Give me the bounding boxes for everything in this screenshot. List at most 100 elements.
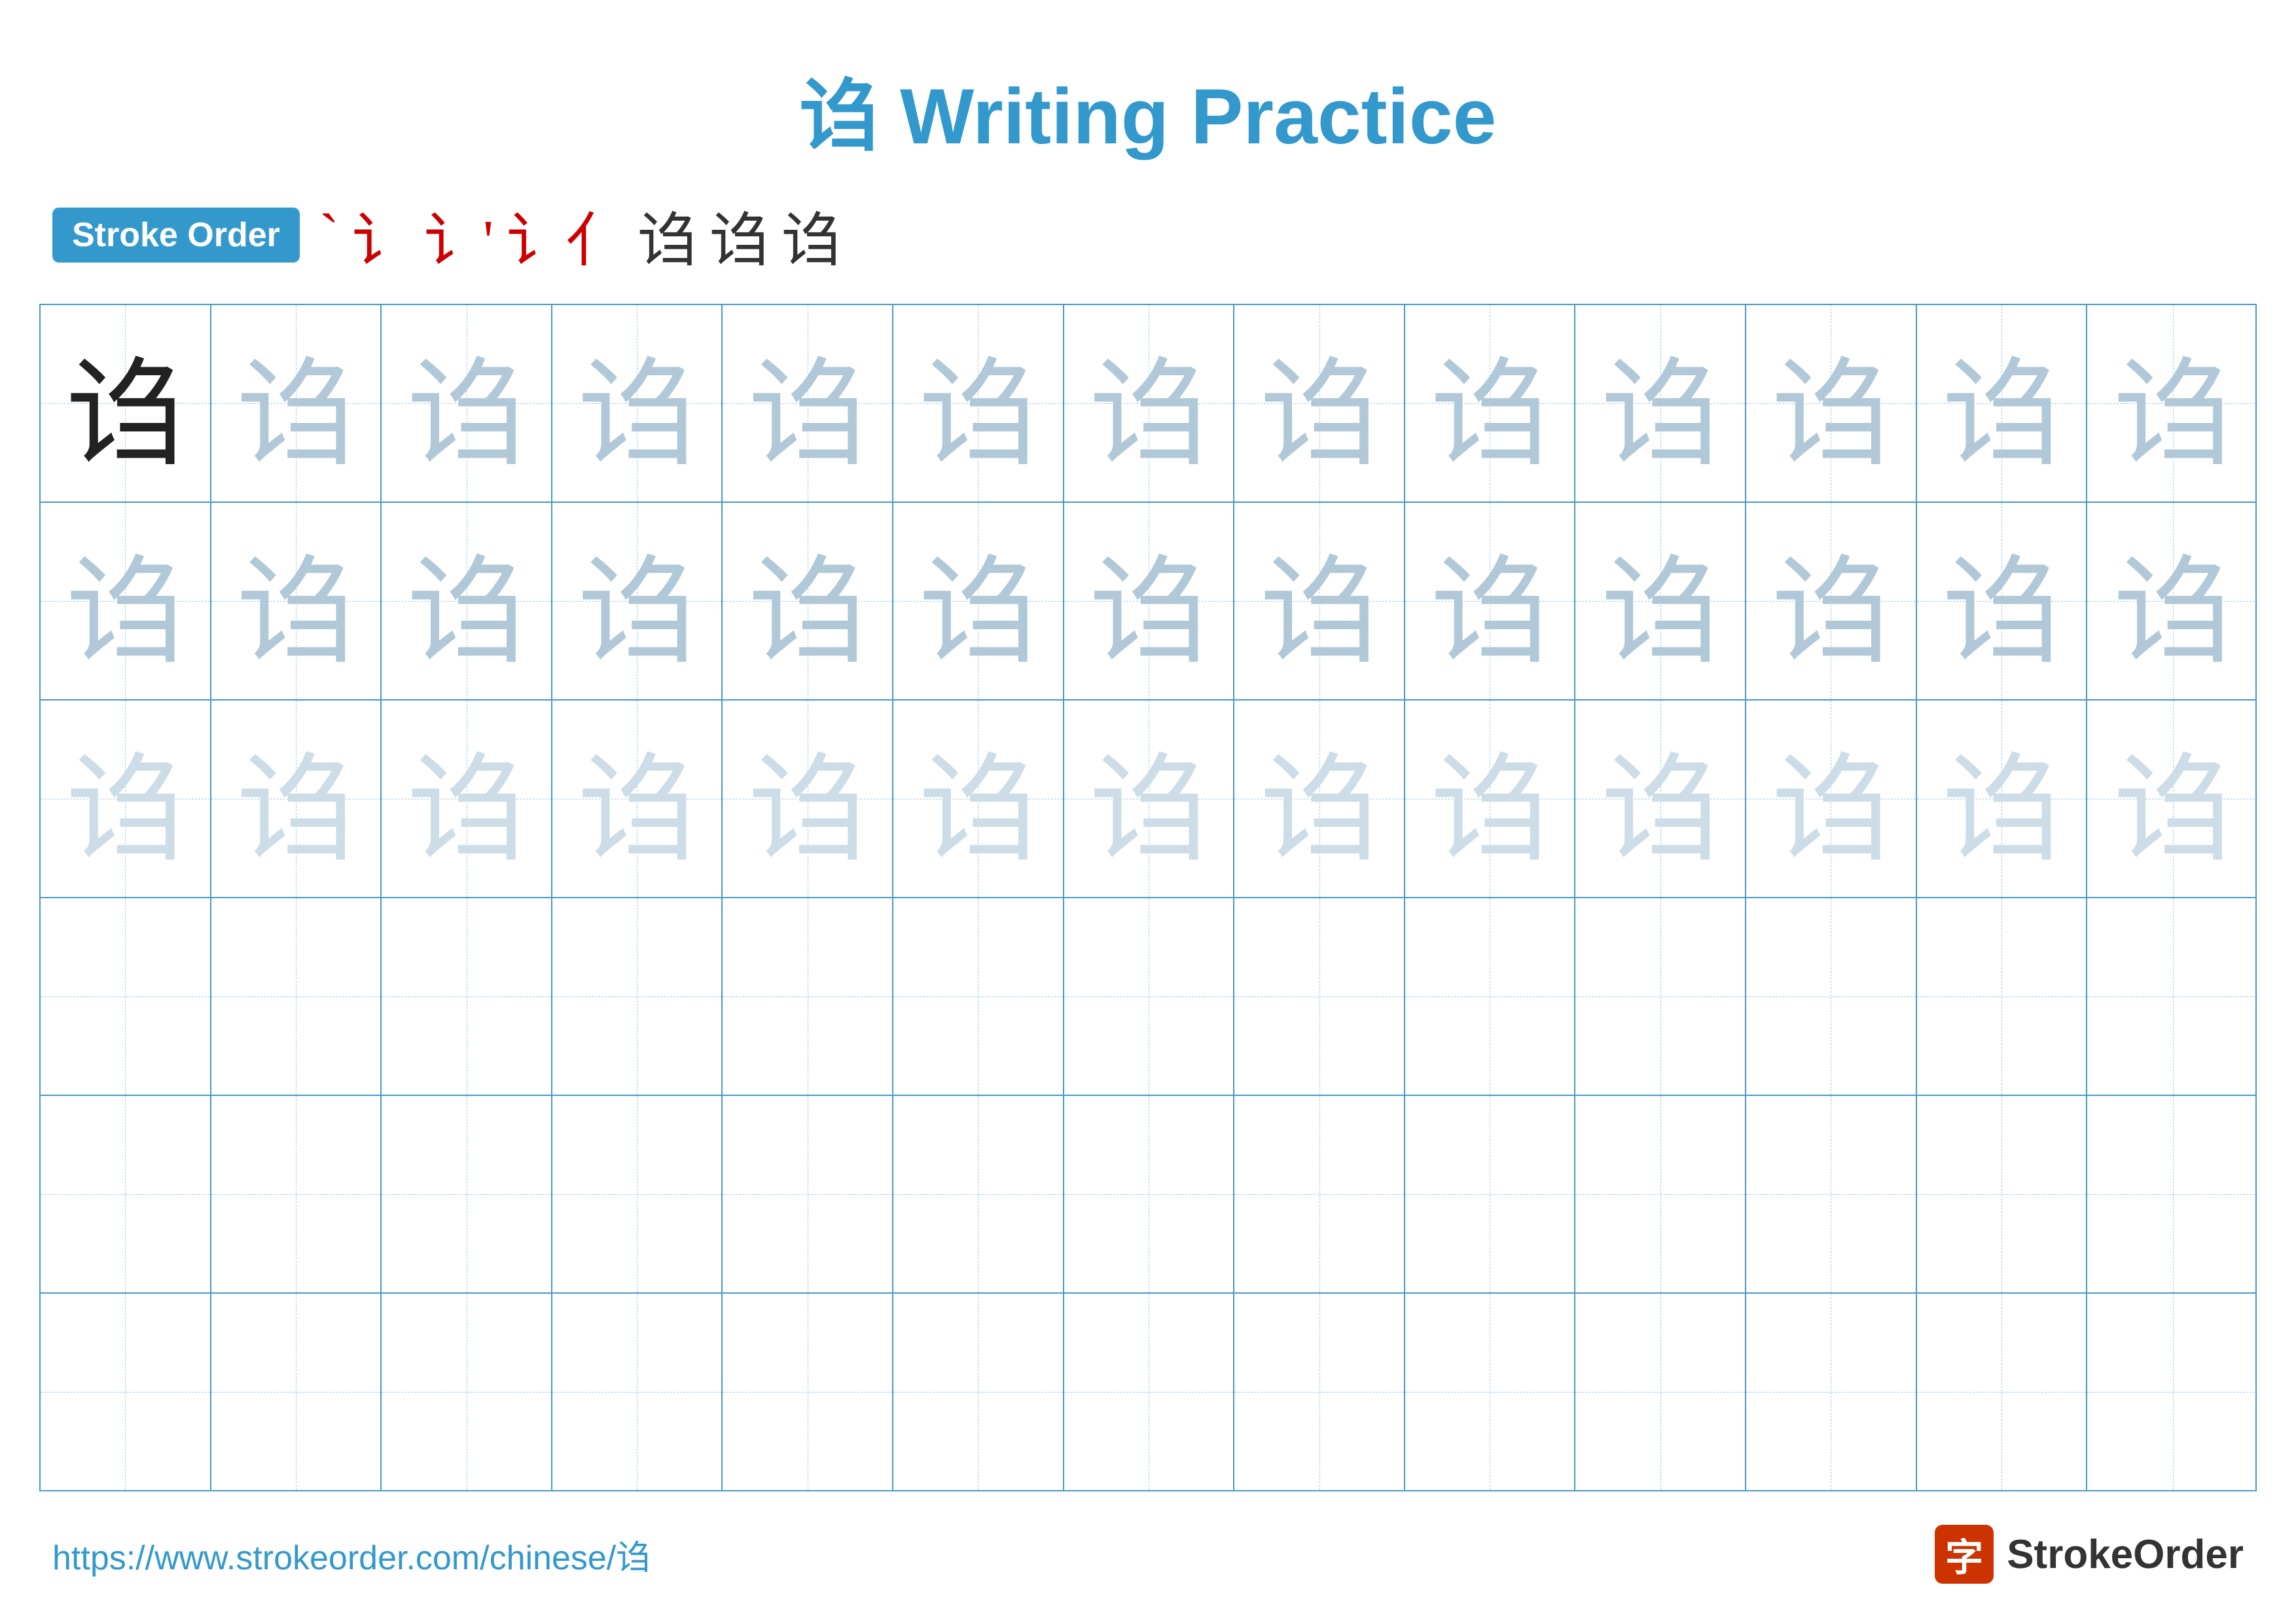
grid-cell[interactable]: 诌	[1405, 503, 1576, 699]
grid-cell[interactable]	[1746, 1294, 1917, 1490]
footer-logo: 字 StrokeOrder	[1935, 1525, 2244, 1584]
cell-char: 诌	[2114, 714, 2232, 884]
cell-char: 诌	[1261, 516, 1378, 687]
grid-cell[interactable]: 诌	[1575, 305, 1746, 501]
grid-cell[interactable]	[1064, 898, 1235, 1095]
grid-cell[interactable]	[211, 1096, 382, 1292]
grid-cell[interactable]	[1064, 1294, 1235, 1490]
grid-cell[interactable]	[41, 1096, 211, 1292]
grid-cell[interactable]: 诌	[723, 701, 893, 897]
grid-cell[interactable]	[41, 1294, 211, 1490]
grid-cell[interactable]: 诌	[552, 701, 723, 897]
grid-cell[interactable]: 诌	[1917, 503, 2088, 699]
grid-cell[interactable]	[1746, 1096, 1917, 1292]
cell-char: 诌	[1602, 318, 1719, 489]
grid-cell[interactable]: 诌	[552, 305, 723, 501]
cell-char: 诌	[749, 318, 867, 489]
grid-cell[interactable]	[1917, 1096, 2088, 1292]
grid-cell[interactable]: 诌	[2087, 503, 2258, 699]
cell-char: 诌	[66, 318, 184, 489]
grid-cell[interactable]: 诌	[1234, 701, 1405, 897]
cell-char: 诌	[1772, 714, 1890, 884]
grid-cell[interactable]	[1917, 898, 2088, 1095]
grid-cell[interactable]: 诌	[552, 503, 723, 699]
grid-cell[interactable]	[1575, 1096, 1746, 1292]
cell-char: 诌	[66, 516, 184, 687]
grid-cell[interactable]	[1575, 1294, 1746, 1490]
grid-cell[interactable]	[723, 898, 893, 1095]
grid-cell[interactable]	[1064, 1096, 1235, 1292]
cell-char: 诌	[1602, 714, 1719, 884]
stroke-order-badge: Stroke Order	[52, 208, 300, 263]
grid-cell[interactable]	[723, 1294, 893, 1490]
grid-cell[interactable]: 诌	[211, 701, 382, 897]
grid-cell[interactable]: 诌	[1405, 701, 1576, 897]
grid-cell[interactable]	[552, 1294, 723, 1490]
grid-cell[interactable]: 诌	[1917, 701, 2088, 897]
grid-cell[interactable]	[1234, 1096, 1405, 1292]
grid-cell[interactable]	[552, 898, 723, 1095]
grid-cell[interactable]	[2087, 1294, 2258, 1490]
cell-char: 诌	[1431, 516, 1549, 687]
grid-cell[interactable]	[723, 1096, 893, 1292]
footer-url[interactable]: https://www.strokeorder.com/chinese/诌	[52, 1530, 650, 1579]
grid-cell[interactable]	[41, 898, 211, 1095]
grid-cell[interactable]: 诌	[41, 305, 211, 501]
grid-cell[interactable]	[893, 898, 1064, 1095]
grid-cell[interactable]	[211, 1294, 382, 1490]
grid-cell[interactable]: 诌	[1575, 503, 1746, 699]
grid-cell[interactable]	[382, 1294, 552, 1490]
grid-cell[interactable]	[382, 1096, 552, 1292]
grid-cell[interactable]: 诌	[1064, 503, 1235, 699]
grid-row-2: 诌 诌 诌 诌 诌 诌 诌 诌 诌 诌 诌 诌 诌	[41, 503, 2255, 701]
grid-cell[interactable]	[1405, 898, 1576, 1095]
grid-cell[interactable]	[893, 1096, 1064, 1292]
grid-cell[interactable]: 诌	[1746, 305, 1917, 501]
grid-row-3: 诌 诌 诌 诌 诌 诌 诌 诌 诌 诌 诌 诌 诌	[41, 701, 2255, 898]
grid-cell[interactable]	[1405, 1096, 1576, 1292]
grid-cell[interactable]: 诌	[1746, 701, 1917, 897]
grid-cell[interactable]: 诌	[1234, 305, 1405, 501]
grid-cell[interactable]	[382, 898, 552, 1095]
grid-cell[interactable]: 诌	[723, 503, 893, 699]
grid-cell[interactable]: 诌	[382, 503, 552, 699]
grid-cell[interactable]: 诌	[1917, 305, 2088, 501]
grid-cell[interactable]: 诌	[893, 503, 1064, 699]
grid-cell[interactable]	[1917, 1294, 2088, 1490]
grid-cell[interactable]: 诌	[41, 701, 211, 897]
cell-char: 诌	[919, 516, 1037, 687]
grid-cell[interactable]: 诌	[382, 305, 552, 501]
grid-cell[interactable]: 诌	[1405, 305, 1576, 501]
footer: https://www.strokeorder.com/chinese/诌 字 …	[52, 1525, 2244, 1584]
grid-cell[interactable]	[1405, 1294, 1576, 1490]
grid-cell[interactable]	[2087, 898, 2258, 1095]
grid-cell[interactable]: 诌	[211, 503, 382, 699]
grid-cell[interactable]: 诌	[382, 701, 552, 897]
grid-row-5	[41, 1096, 2255, 1294]
grid-cell[interactable]: 诌	[2087, 701, 2258, 897]
grid-cell[interactable]: 诌	[1575, 701, 1746, 897]
grid-cell[interactable]: 诌	[1064, 305, 1235, 501]
grid-cell[interactable]: 诌	[893, 305, 1064, 501]
grid-cell[interactable]: 诌	[893, 701, 1064, 897]
grid-cell[interactable]: 诌	[1064, 701, 1235, 897]
cell-char: 诌	[2114, 516, 2232, 687]
grid-cell[interactable]	[552, 1096, 723, 1292]
grid-row-6	[41, 1294, 2255, 1490]
grid-cell[interactable]	[211, 898, 382, 1095]
grid-cell[interactable]	[2087, 1096, 2258, 1292]
grid-cell[interactable]: 诌	[1746, 503, 1917, 699]
grid-cell[interactable]: 诌	[1234, 503, 1405, 699]
grid-cell[interactable]: 诌	[2087, 305, 2258, 501]
stroke-order-section: Stroke Order ` 讠 讠' 讠亻 诌 诌 诌	[0, 192, 2296, 278]
grid-cell[interactable]	[1234, 898, 1405, 1095]
grid-cell[interactable]	[1746, 898, 1917, 1095]
grid-cell[interactable]	[1234, 1294, 1405, 1490]
grid-cell[interactable]	[893, 1294, 1064, 1490]
grid-cell[interactable]: 诌	[211, 305, 382, 501]
stroke-2: 讠	[352, 192, 411, 278]
grid-cell[interactable]: 诌	[723, 305, 893, 501]
grid-cell[interactable]	[1575, 898, 1746, 1095]
cell-char: 诌	[1090, 516, 1208, 687]
grid-cell[interactable]: 诌	[41, 503, 211, 699]
